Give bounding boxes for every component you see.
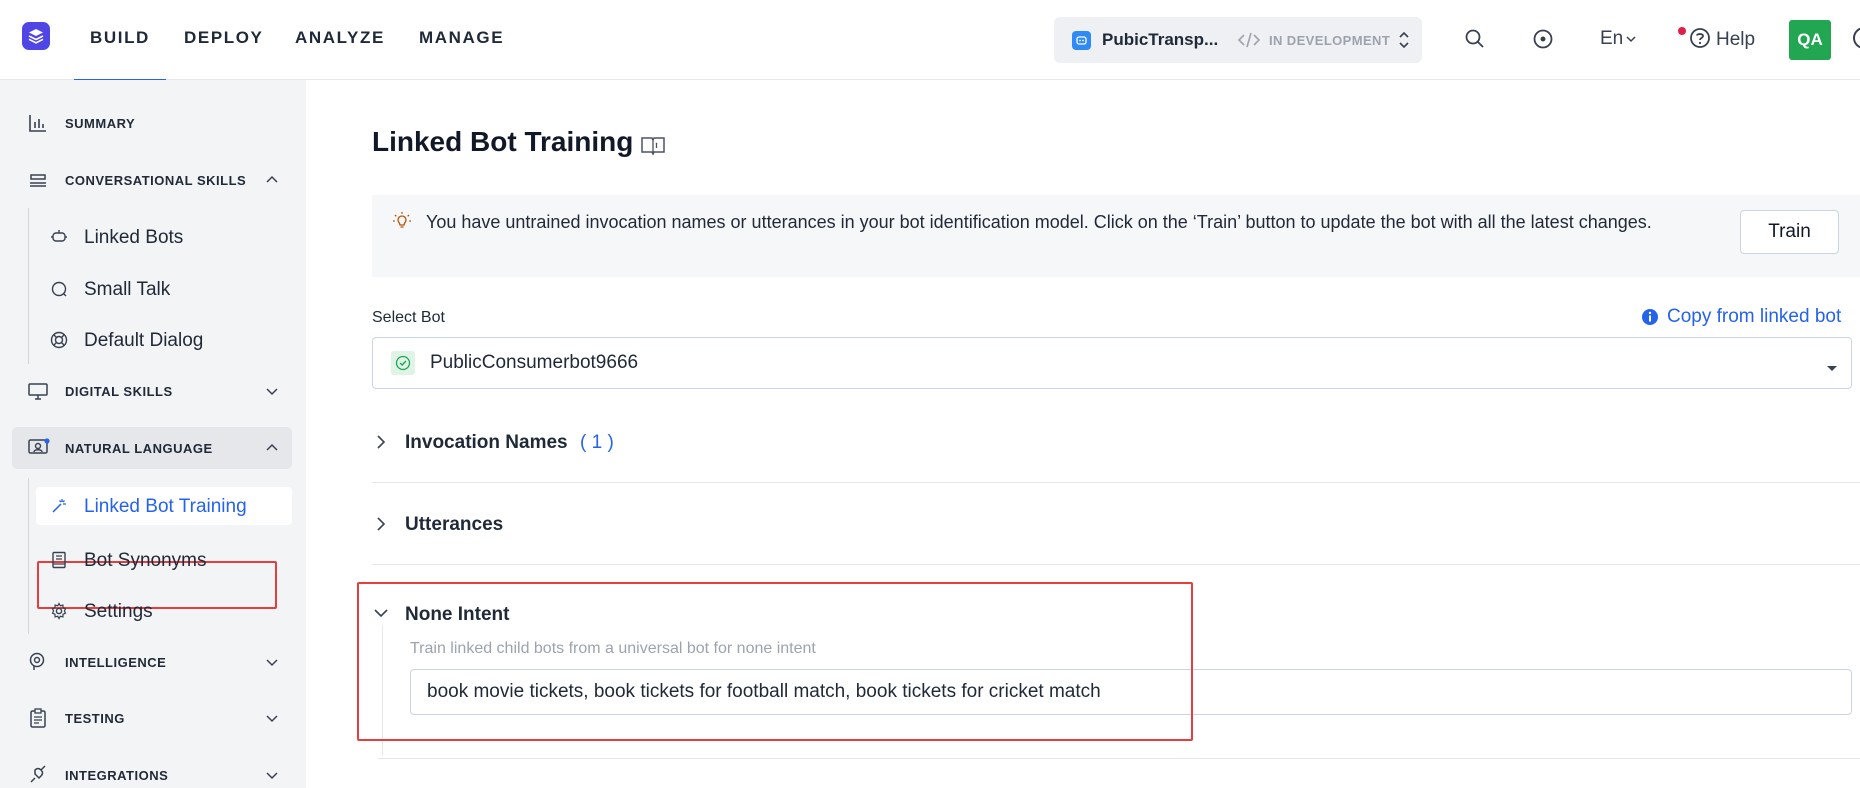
lifebuoy-icon xyxy=(50,331,68,354)
sidebar-item-label: Small Talk xyxy=(84,279,171,300)
chevron-up-icon xyxy=(265,441,279,459)
sidebar-section-integrations[interactable]: INTEGRATIONS xyxy=(12,754,292,788)
train-button[interactable]: Train xyxy=(1740,210,1839,254)
sidebar-item-default-dialog[interactable]: Default Dialog xyxy=(36,321,292,359)
chevron-right-icon[interactable] xyxy=(374,515,388,538)
top-navigation-bar: BUILD DEPLOY ANALYZE MANAGE PubicTransp.… xyxy=(0,0,1860,81)
book-icon xyxy=(50,551,68,574)
chevron-down-icon xyxy=(265,384,279,402)
accordion-title[interactable]: Utterances xyxy=(405,514,503,536)
untrained-banner: You have untrained invocation names or u… xyxy=(372,195,1860,277)
nav-tab-manage[interactable]: MANAGE xyxy=(419,0,504,80)
language-label: En xyxy=(1600,28,1624,49)
accordion-title[interactable]: Invocation Names xyxy=(405,432,568,454)
help-label[interactable]: Help xyxy=(1716,29,1755,51)
sidebar-item-label: Linked Bots xyxy=(84,227,184,248)
caret-down-icon xyxy=(1825,360,1839,378)
chevron-up-down-icon xyxy=(1397,29,1411,56)
chevron-down-icon xyxy=(265,711,279,729)
sidebar-section-conversational-skills[interactable]: CONVERSATIONAL SKILLS xyxy=(12,159,292,201)
chevron-right-icon[interactable] xyxy=(374,433,388,456)
language-selector[interactable]: En xyxy=(1600,28,1637,50)
chevron-down-icon[interactable] xyxy=(372,606,390,625)
tree-line xyxy=(28,478,29,634)
target-icon[interactable] xyxy=(1532,28,1554,55)
tree-line xyxy=(28,208,29,364)
check-circle-icon xyxy=(391,351,415,375)
app-logo-icon[interactable] xyxy=(22,22,50,50)
chevron-up-icon xyxy=(265,173,279,191)
chat-bubble-icon xyxy=(50,280,68,303)
sidebar-section-intelligence[interactable]: INTELLIGENCE xyxy=(12,641,292,683)
banner-message: You have untrained invocation names or u… xyxy=(426,212,1652,232)
invocation-count: ( 1 ) xyxy=(580,432,614,453)
sidebar-section-digital-skills[interactable]: DIGITAL SKILLS xyxy=(12,370,292,412)
lightbulb-icon xyxy=(392,211,412,236)
none-intent-description: Train linked child bots from a universal… xyxy=(410,640,816,657)
sidebar-item-label: Settings xyxy=(84,601,153,622)
sidebar-item-linked-bots[interactable]: Linked Bots xyxy=(36,218,292,256)
info-icon[interactable] xyxy=(1641,308,1659,331)
sidebar-section-label: SUMMARY xyxy=(65,116,136,131)
sidebar-item-label: Bot Synonyms xyxy=(84,550,207,571)
gear-icon xyxy=(50,602,68,625)
code-icon xyxy=(1237,30,1261,55)
chevron-down-icon xyxy=(265,655,279,673)
sidebar-section-label: TESTING xyxy=(65,711,125,726)
sidebar-section-testing[interactable]: TESTING xyxy=(12,697,292,739)
section-guide-line xyxy=(382,625,383,755)
clipboard-icon xyxy=(28,708,48,733)
stack-icon xyxy=(28,170,48,195)
copy-from-linked-bot-link[interactable]: Copy from linked bot xyxy=(1667,306,1841,328)
nav-tab-analyze[interactable]: ANALYZE xyxy=(295,0,385,80)
bot-status-label: IN DEVELOPMENT xyxy=(1269,33,1391,48)
chevron-down-icon xyxy=(1625,28,1637,50)
sidebar-section-label: DIGITAL SKILLS xyxy=(65,384,173,399)
magic-wand-icon xyxy=(50,497,68,520)
sidebar-section-label: CONVERSATIONAL SKILLS xyxy=(65,173,247,188)
sidebar-item-bot-synonyms[interactable]: Bot Synonyms xyxy=(36,541,292,579)
notification-dot xyxy=(1678,27,1686,35)
bot-name: PubicTransp... xyxy=(1102,30,1219,49)
plug-icon xyxy=(28,765,48,788)
bot-link-icon xyxy=(50,228,68,251)
sidebar-section-label: INTELLIGENCE xyxy=(65,655,167,670)
sidebar-item-linked-bot-training[interactable]: Linked Bot Training xyxy=(36,487,292,525)
sidebar-item-settings[interactable]: Settings xyxy=(36,592,292,630)
divider xyxy=(378,758,1860,759)
sidebar-section-label: INTEGRATIONS xyxy=(65,768,169,783)
accordion-utterances[interactable]: Utterances xyxy=(372,485,1860,565)
brain-icon xyxy=(28,652,48,677)
sidebar-section-natural-language[interactable]: NATURAL LANGUAGE xyxy=(12,427,292,469)
nav-tab-deploy[interactable]: DEPLOY xyxy=(184,0,264,80)
select-bot-label: Select Bot xyxy=(372,309,445,326)
bar-chart-icon xyxy=(28,113,48,138)
nlp-icon xyxy=(28,438,50,463)
open-book-icon[interactable] xyxy=(640,134,666,161)
sidebar-section-label: NATURAL LANGUAGE xyxy=(65,441,213,456)
monitor-icon xyxy=(28,381,48,406)
accordion-invocation-names[interactable]: Invocation Names ( 1 ) xyxy=(372,403,1860,483)
sidebar: SUMMARY CONVERSATIONAL SKILLS Linked Bot… xyxy=(0,80,306,788)
select-bot-dropdown[interactable]: PublicConsumerbot9666 xyxy=(372,337,1852,389)
accordion-title[interactable]: None Intent xyxy=(405,604,510,626)
bot-switcher[interactable]: PubicTransp... IN DEVELOPMENT xyxy=(1054,17,1422,63)
none-intent-input[interactable] xyxy=(410,669,1852,715)
sidebar-item-small-talk[interactable]: Small Talk xyxy=(36,270,292,308)
page-title: Linked Bot Training xyxy=(372,126,634,157)
sidebar-item-label: Default Dialog xyxy=(84,330,204,351)
chevron-down-icon xyxy=(265,768,279,786)
sidebar-item-label: Linked Bot Training xyxy=(84,496,247,517)
bot-avatar-icon xyxy=(1072,31,1091,50)
help-icon[interactable] xyxy=(1688,26,1712,52)
user-avatar[interactable]: QA xyxy=(1789,20,1831,60)
nav-tab-build[interactable]: BUILD xyxy=(74,0,166,81)
selected-bot-value: PublicConsumerbot9666 xyxy=(430,352,639,373)
partial-circle-icon[interactable] xyxy=(1853,27,1860,49)
search-icon[interactable] xyxy=(1464,28,1486,55)
sidebar-section-summary[interactable]: SUMMARY xyxy=(12,102,292,144)
